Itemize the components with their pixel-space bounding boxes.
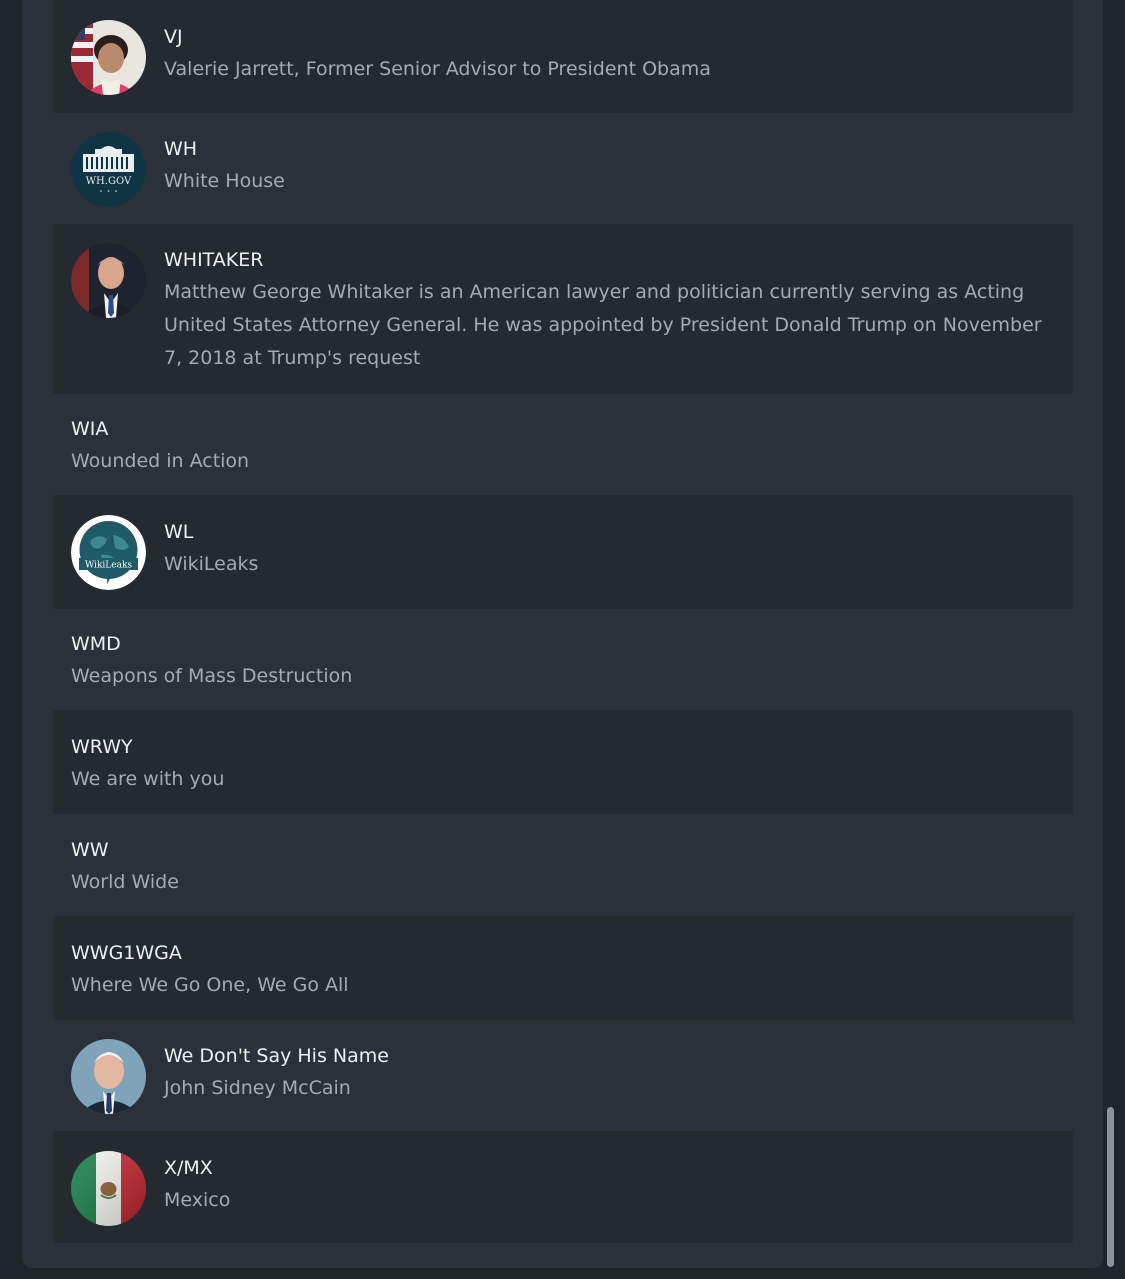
glossary-term: WH [164,138,198,160]
mccain-avatar [71,1039,146,1114]
glossary-item-whitaker[interactable]: WHITAKER Matthew George Whitaker is an A… [53,224,1073,394]
glossary-description: WikiLeaks [164,553,259,575]
glossary-description: Mexico [164,1189,231,1211]
glossary-term: WHITAKER [164,249,264,271]
mexico-flag-icon [71,1151,146,1226]
glossary-description: Valerie Jarrett, Former Senior Advisor t… [164,58,711,80]
glossary-description: Wounded in Action [71,450,250,472]
glossary-item-x-mx[interactable]: X/MX Mexico [53,1131,1073,1243]
glossary-item-wmd[interactable]: WMD Weapons of Mass Destruction [53,609,1073,710]
glossary-item-we-dont-say-his-name[interactable]: We Don't Say His Name John Sidney McCain [53,1020,1073,1131]
glossary-term: WIA [71,418,109,440]
glossary-description: We are with you [71,768,225,790]
glossary-description: Matthew George Whitaker is an American l… [164,281,1042,369]
glossary-term: WWG1WGA [71,942,182,964]
glossary-item-vj[interactable]: VJ Valerie Jarrett, Former Senior Adviso… [53,0,1073,113]
glossary-description: Weapons of Mass Destruction [71,665,353,687]
glossary-term: We Don't Say His Name [164,1045,389,1067]
glossary-item-ww[interactable]: WW World Wide [53,814,1073,916]
glossary-item-wrwy[interactable]: WRWY We are with you [53,710,1073,814]
glossary-description: World Wide [71,871,179,893]
glossary-description: John Sidney McCain [164,1077,351,1099]
glossary-description: Where We Go One, We Go All [71,974,349,996]
svg-text:WH.GOV: WH.GOV [86,176,132,187]
glossary-term: WL [164,521,194,543]
glossary-item-wwg1wga[interactable]: WWG1WGA Where We Go One, We Go All [53,916,1073,1020]
glossary-term: WW [71,839,109,861]
glossary-term: WRWY [71,736,133,758]
vertical-scrollbar[interactable] [1107,1107,1114,1267]
valerie-jarrett-avatar [71,20,146,95]
wh-gov-logo: WH.GOV [71,132,146,207]
svg-text:WikiLeaks: WikiLeaks [85,561,132,571]
glossary-item-wia[interactable]: WIA Wounded in Action [53,394,1073,495]
wikileaks-logo: WikiLeaks [71,515,146,590]
whitaker-avatar [71,243,146,318]
glossary-description: White House [164,170,285,192]
glossary-item-wh[interactable]: WH.GOV WH White House [53,113,1073,224]
glossary-term: X/MX [164,1157,213,1179]
glossary-term: WMD [71,633,121,655]
glossary-item-wl[interactable]: WikiLeaks WL WikiLeaks [53,495,1073,609]
glossary-term: VJ [164,26,183,48]
